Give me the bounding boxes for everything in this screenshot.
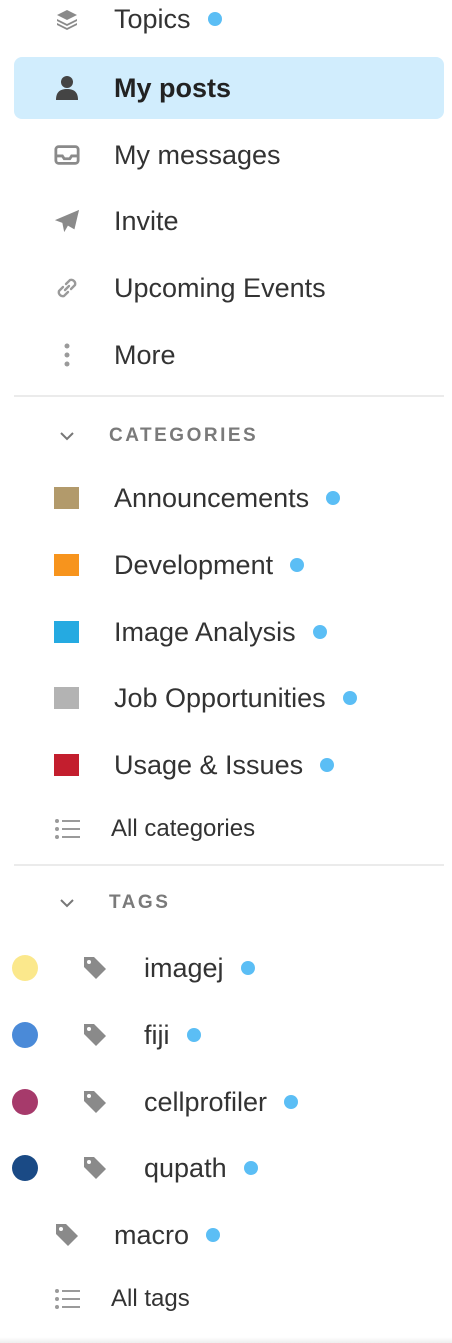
tag-icon [82, 955, 108, 981]
tag-icon [82, 1089, 108, 1115]
layers-icon [54, 6, 80, 32]
vertical-dots-icon [54, 342, 80, 368]
tag-color-dot [12, 1155, 38, 1181]
category-item-development[interactable]: Development [14, 534, 444, 596]
nav-label: More [114, 339, 176, 370]
tags-section-toggle[interactable]: TAGS [14, 883, 444, 923]
nav-item-topics[interactable]: Topics [14, 0, 444, 50]
category-color-swatch [54, 754, 79, 776]
unread-dot [186, 1028, 201, 1042]
tag-item-cellprofiler[interactable]: cellprofiler [0, 1071, 444, 1133]
tag-label: macro [114, 1219, 190, 1250]
chevron-down-icon [58, 427, 76, 445]
unread-dot [243, 1161, 258, 1175]
nav-item-more[interactable]: More [14, 324, 444, 386]
category-item-job-opportunities[interactable]: Job Opportunities [14, 667, 444, 729]
section-title: CATEGORIES [109, 425, 259, 446]
tag-label: qupath [144, 1152, 227, 1183]
category-item-announcements[interactable]: Announcements [14, 467, 444, 529]
nav-label: My posts [114, 72, 232, 103]
tag-label: cellprofiler [144, 1086, 268, 1117]
unread-dot [290, 558, 305, 572]
nav-label: Topics [114, 3, 191, 34]
category-label: Development [114, 549, 274, 580]
divider [14, 864, 444, 866]
nav-item-upcoming-events[interactable]: Upcoming Events [14, 257, 444, 319]
user-icon [54, 75, 80, 101]
nav-item-my-messages[interactable]: My messages [14, 124, 444, 186]
unread-dot [342, 691, 357, 705]
link-icon [54, 275, 80, 301]
unread-dot [284, 1095, 299, 1109]
tag-icon [82, 1155, 108, 1181]
unread-dot [207, 12, 222, 26]
category-label: Usage & Issues [114, 749, 304, 780]
all-tags-link[interactable]: All tags [14, 1268, 444, 1330]
unread-dot [326, 491, 341, 505]
nav-label: My messages [114, 139, 281, 170]
inbox-icon [54, 142, 80, 168]
scroll-edge-shadow [0, 1337, 452, 1343]
paper-plane-icon [54, 208, 80, 234]
category-item-usage-issues[interactable]: Usage & Issues [14, 734, 444, 796]
category-label: Announcements [114, 482, 310, 513]
unread-dot [320, 758, 335, 772]
tag-icon [54, 1222, 80, 1248]
tag-item-qupath[interactable]: qupath [0, 1137, 444, 1199]
nav-item-invite[interactable]: Invite [14, 190, 444, 252]
tag-item-fiji[interactable]: fiji [0, 1004, 444, 1066]
unread-dot [206, 1228, 221, 1242]
list-icon [54, 1286, 80, 1312]
tag-label: fiji [144, 1019, 170, 1050]
tag-icon [82, 1022, 108, 1048]
tag-color-dot [12, 1022, 38, 1048]
category-color-swatch [54, 487, 79, 509]
tag-label: imagej [144, 952, 224, 983]
tag-color-dot [12, 955, 38, 981]
tag-item-imagej[interactable]: imagej [0, 937, 444, 999]
category-color-swatch [54, 621, 79, 643]
category-label: Image Analysis [114, 616, 296, 647]
chevron-down-icon [58, 894, 76, 912]
nav-label: Invite [114, 205, 179, 236]
nav-label: Upcoming Events [114, 272, 326, 303]
all-categories-link[interactable]: All categories [14, 798, 444, 860]
category-item-image-analysis[interactable]: Image Analysis [14, 601, 444, 663]
categories-section-toggle[interactable]: CATEGORIES [14, 416, 444, 456]
nav-item-my-posts[interactable]: My posts [14, 57, 444, 119]
unread-dot [240, 961, 255, 975]
divider [14, 395, 444, 397]
unread-dot [312, 625, 327, 639]
category-label: Job Opportunities [114, 682, 326, 713]
nav-label: All categories [111, 815, 256, 842]
category-color-swatch [54, 687, 79, 709]
tag-item-macro[interactable]: macro [14, 1204, 444, 1266]
category-color-swatch [54, 554, 79, 576]
section-title: TAGS [109, 892, 171, 913]
nav-label: All tags [111, 1285, 190, 1312]
tag-color-dot [12, 1089, 38, 1115]
list-icon [54, 816, 80, 842]
